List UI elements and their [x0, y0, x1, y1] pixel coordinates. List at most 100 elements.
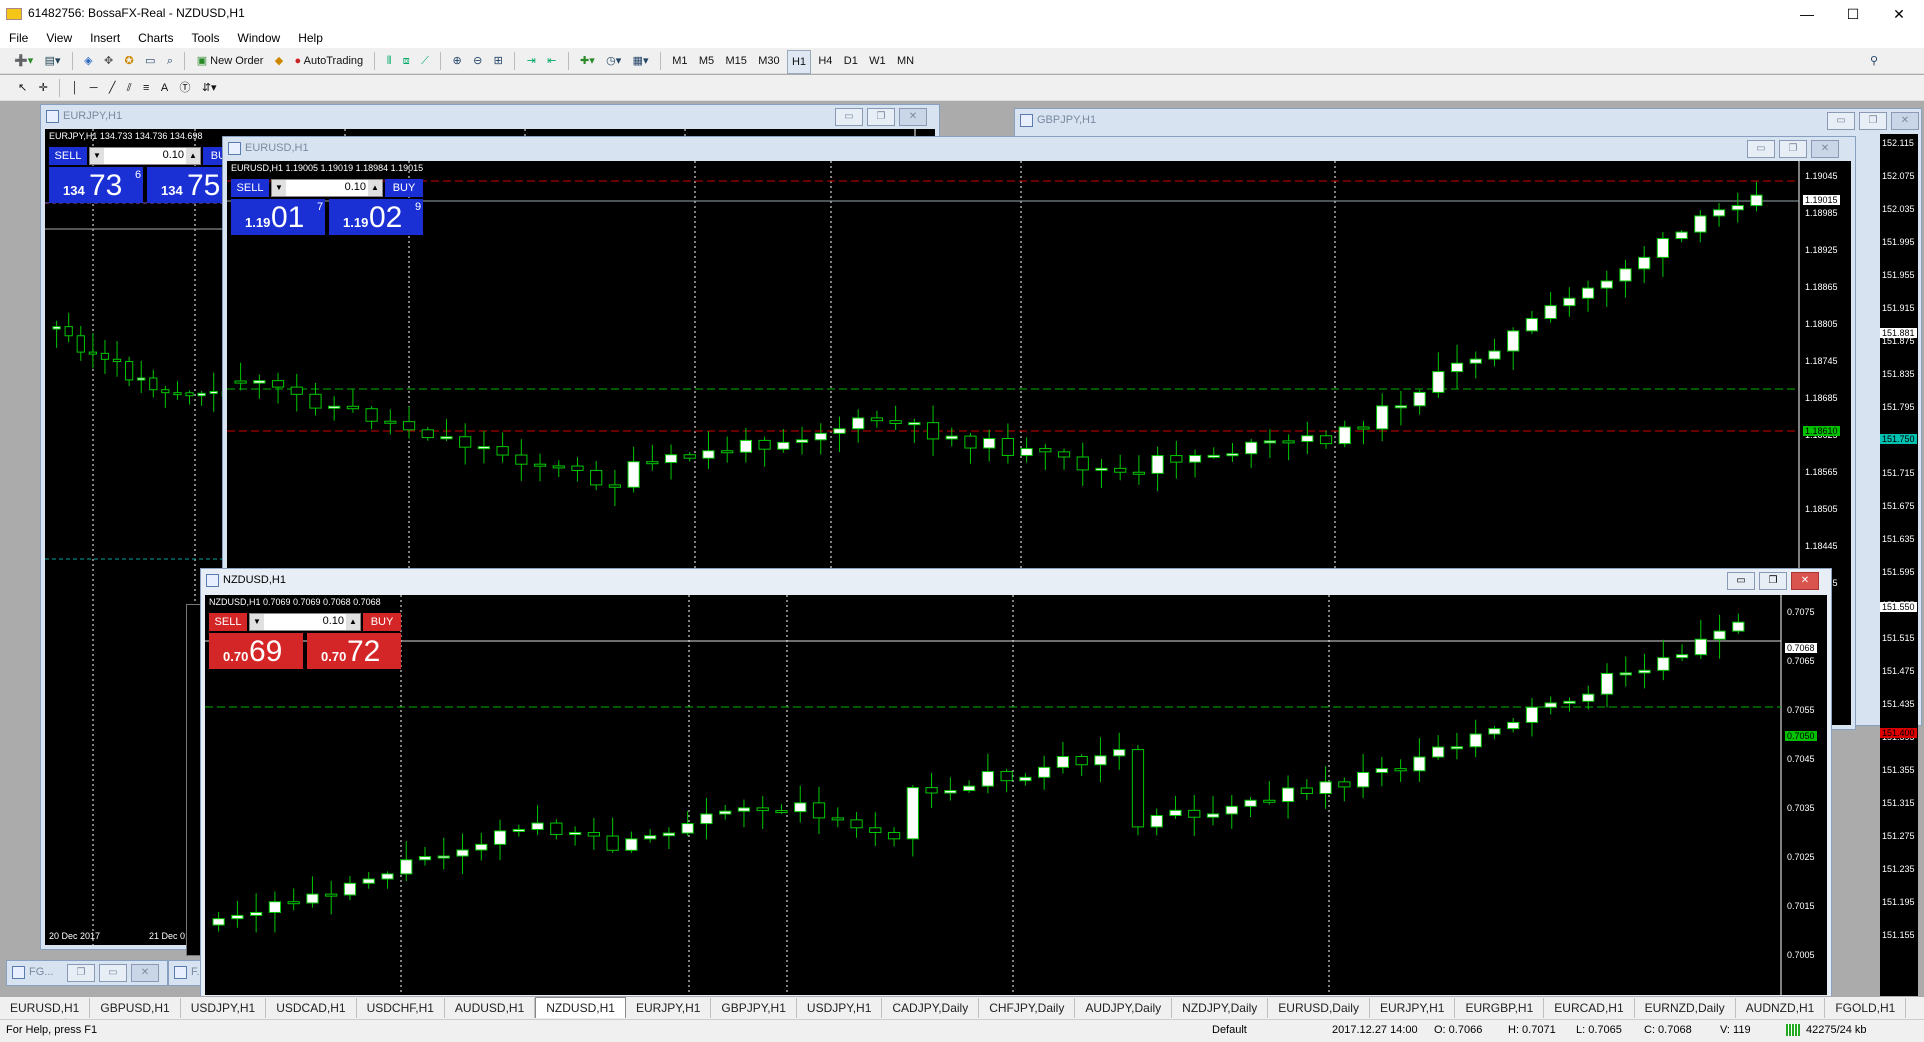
- nzdusd-titlebar[interactable]: NZDUSD,H1 ▭ ❐ ✕: [201, 569, 1831, 591]
- new-chart-icon[interactable]: ➕▾: [10, 50, 37, 72]
- lot-up-icon[interactable]: ▲: [368, 180, 382, 196]
- maximize-icon[interactable]: ▭: [99, 964, 127, 982]
- menu-view[interactable]: View: [37, 28, 81, 48]
- tab-audusd-h1[interactable]: AUDUSD,H1: [445, 998, 536, 1018]
- text-icon[interactable]: A: [157, 77, 172, 99]
- fibonacci-icon[interactable]: ≡: [139, 77, 153, 99]
- close-icon[interactable]: ✕: [131, 964, 159, 982]
- eurusd-minimize-button[interactable]: ▭: [1747, 140, 1775, 158]
- horizontal-line-icon[interactable]: ─: [86, 77, 102, 99]
- gbpjpy-close-button[interactable]: ✕: [1891, 112, 1919, 130]
- nzdusd-sell-button[interactable]: SELL: [209, 613, 247, 631]
- eurusd-buy-button[interactable]: BUY: [385, 179, 423, 197]
- tab-eurusd-h1[interactable]: EURUSD,H1: [0, 998, 91, 1018]
- gbpjpy-titlebar[interactable]: GBPJPY,H1 ▭ ❐ ✕: [1015, 109, 1921, 131]
- crosshair-icon[interactable]: ✛: [35, 77, 52, 99]
- autoscroll-icon[interactable]: ⇤: [543, 50, 560, 72]
- nzdusd-chart[interactable]: NZDUSD,H1 0.7069 0.7069 0.7068 0.7068 SE…: [205, 595, 1827, 995]
- tf-m15[interactable]: M15: [721, 50, 750, 72]
- lot-down-icon[interactable]: ▼: [90, 148, 104, 164]
- bar-chart-icon[interactable]: ⫴: [383, 50, 396, 72]
- eurusd-lot-input[interactable]: ▼ 0.10 ▲: [271, 179, 383, 197]
- cursor-icon[interactable]: ↖: [14, 77, 31, 99]
- tf-m30[interactable]: M30: [754, 50, 783, 72]
- eurjpy-lot-input[interactable]: ▼ 0.10 ▲: [89, 147, 201, 165]
- gbpjpy-minimize-button[interactable]: ▭: [1827, 112, 1855, 130]
- menu-window[interactable]: Window: [229, 28, 290, 48]
- text-label-icon[interactable]: Ⓣ: [176, 77, 195, 99]
- nzdusd-restore-button[interactable]: ❐: [1759, 572, 1787, 590]
- nzdusd-buy-button[interactable]: BUY: [363, 613, 401, 631]
- tab-audjpy-daily[interactable]: AUDJPY,Daily: [1075, 998, 1173, 1018]
- tab-usdjpy-h1[interactable]: USDJPY,H1: [797, 998, 883, 1018]
- metaeditor-icon[interactable]: ◆: [271, 50, 287, 72]
- templates-icon[interactable]: ▦▾: [629, 50, 653, 72]
- menu-file[interactable]: File: [0, 28, 37, 48]
- minimize-button[interactable]: —: [1784, 0, 1830, 28]
- channel-icon[interactable]: ⫽: [123, 77, 136, 99]
- data-window-icon[interactable]: ✥: [100, 50, 117, 72]
- tab-eurnzd-daily[interactable]: EURNZD,Daily: [1635, 998, 1736, 1018]
- terminal-icon[interactable]: ▭: [141, 50, 159, 72]
- tab-eurjpy-h1[interactable]: EURJPY,H1: [1370, 998, 1456, 1018]
- tab-eurjpy-h1[interactable]: EURJPY,H1: [626, 998, 712, 1018]
- lot-up-icon[interactable]: ▲: [186, 148, 200, 164]
- zoom-out-icon[interactable]: ⊖: [469, 50, 486, 72]
- autotrading-button[interactable]: ● AutoTrading: [291, 50, 368, 72]
- vertical-line-icon[interactable]: │: [67, 77, 82, 99]
- eurjpy-minimize-button[interactable]: ▭: [835, 108, 863, 126]
- lot-down-icon[interactable]: ▼: [272, 180, 286, 196]
- tab-usdcad-h1[interactable]: USDCAD,H1: [266, 998, 357, 1018]
- restore-icon[interactable]: ❐: [67, 964, 95, 982]
- line-chart-icon[interactable]: ⟋: [417, 50, 433, 72]
- tab-chfjpy-daily[interactable]: CHFJPY,Daily: [979, 998, 1076, 1018]
- eurusd-buy-price[interactable]: 1.19 02 9: [329, 199, 423, 235]
- tf-mn[interactable]: MN: [893, 50, 918, 72]
- tf-w1[interactable]: W1: [865, 50, 890, 72]
- maximize-button[interactable]: ☐: [1830, 0, 1876, 28]
- nzdusd-lot-input[interactable]: ▼ 0.10 ▲: [249, 613, 361, 631]
- tab-usdchf-h1[interactable]: USDCHF,H1: [357, 998, 445, 1018]
- tf-h4[interactable]: H4: [814, 50, 836, 72]
- menu-help[interactable]: Help: [289, 28, 332, 48]
- tile-windows-icon[interactable]: ⊞: [490, 50, 507, 72]
- tf-h1[interactable]: H1: [786, 50, 812, 74]
- tab-audnzd-h1[interactable]: AUDNZD,H1: [1736, 998, 1826, 1018]
- indicators-icon[interactable]: ✚▾: [576, 50, 599, 72]
- nzdusd-close-button[interactable]: ✕: [1791, 572, 1819, 590]
- gbpjpy-price-axis[interactable]: 152.115 152.075 152.035 151.995 151.955 151.9…: [1880, 134, 1918, 996]
- eurjpy-restore-button[interactable]: ❐: [867, 108, 895, 126]
- market-watch-icon[interactable]: ◈: [80, 50, 96, 72]
- periods-icon[interactable]: ◷▾: [602, 50, 625, 72]
- nzdusd-window[interactable]: NZDUSD,H1 ▭ ❐ ✕ NZDUSD,H1 0.7069 0.7069 …: [200, 568, 1832, 998]
- lot-down-icon[interactable]: ▼: [250, 614, 264, 630]
- strategy-tester-icon[interactable]: ⌕: [163, 50, 177, 72]
- trendline-icon[interactable]: ╱: [105, 77, 120, 99]
- eurjpy-close-button[interactable]: ✕: [899, 108, 927, 126]
- search-icon[interactable]: ⚲: [1866, 50, 1882, 72]
- eurjpy-sell-price[interactable]: 134 73 6: [49, 167, 143, 203]
- eurjpy-titlebar[interactable]: EURJPY,H1 ▭ ❐ ✕: [41, 105, 939, 127]
- lot-up-icon[interactable]: ▲: [346, 614, 360, 630]
- candlestick-icon[interactable]: ⧈: [399, 50, 414, 72]
- tab-eurgbp-h1[interactable]: EURGBP,H1: [1455, 998, 1545, 1018]
- profiles-icon[interactable]: ▤▾: [41, 50, 65, 72]
- new-order-button[interactable]: ▣ New Order: [193, 50, 268, 72]
- chart-shift-icon[interactable]: ⇥: [523, 50, 540, 72]
- tab-gbpusd-h1[interactable]: GBPUSD,H1: [90, 998, 181, 1018]
- close-button[interactable]: ✕: [1876, 0, 1922, 28]
- tf-d1[interactable]: D1: [840, 50, 862, 72]
- tab-eurcad-h1[interactable]: EURCAD,H1: [1544, 998, 1635, 1018]
- tab-cadjpy-daily[interactable]: CADJPY,Daily: [882, 998, 980, 1018]
- eurusd-close-button[interactable]: ✕: [1811, 140, 1839, 158]
- menu-tools[interactable]: Tools: [183, 28, 229, 48]
- nzdusd-buy-price[interactable]: 0.70 72: [307, 633, 401, 669]
- gbpjpy-restore-button[interactable]: ❐: [1859, 112, 1887, 130]
- eurusd-sell-button[interactable]: SELL: [231, 179, 269, 197]
- tab-gbpjpy-h1[interactable]: GBPJPY,H1: [711, 998, 797, 1018]
- menu-insert[interactable]: Insert: [81, 28, 129, 48]
- tab-fgold-h1[interactable]: FGOLD,H1: [1825, 998, 1907, 1018]
- tf-m5[interactable]: M5: [695, 50, 718, 72]
- menu-charts[interactable]: Charts: [129, 28, 182, 48]
- arrows-icon[interactable]: ⇵▾: [198, 77, 221, 99]
